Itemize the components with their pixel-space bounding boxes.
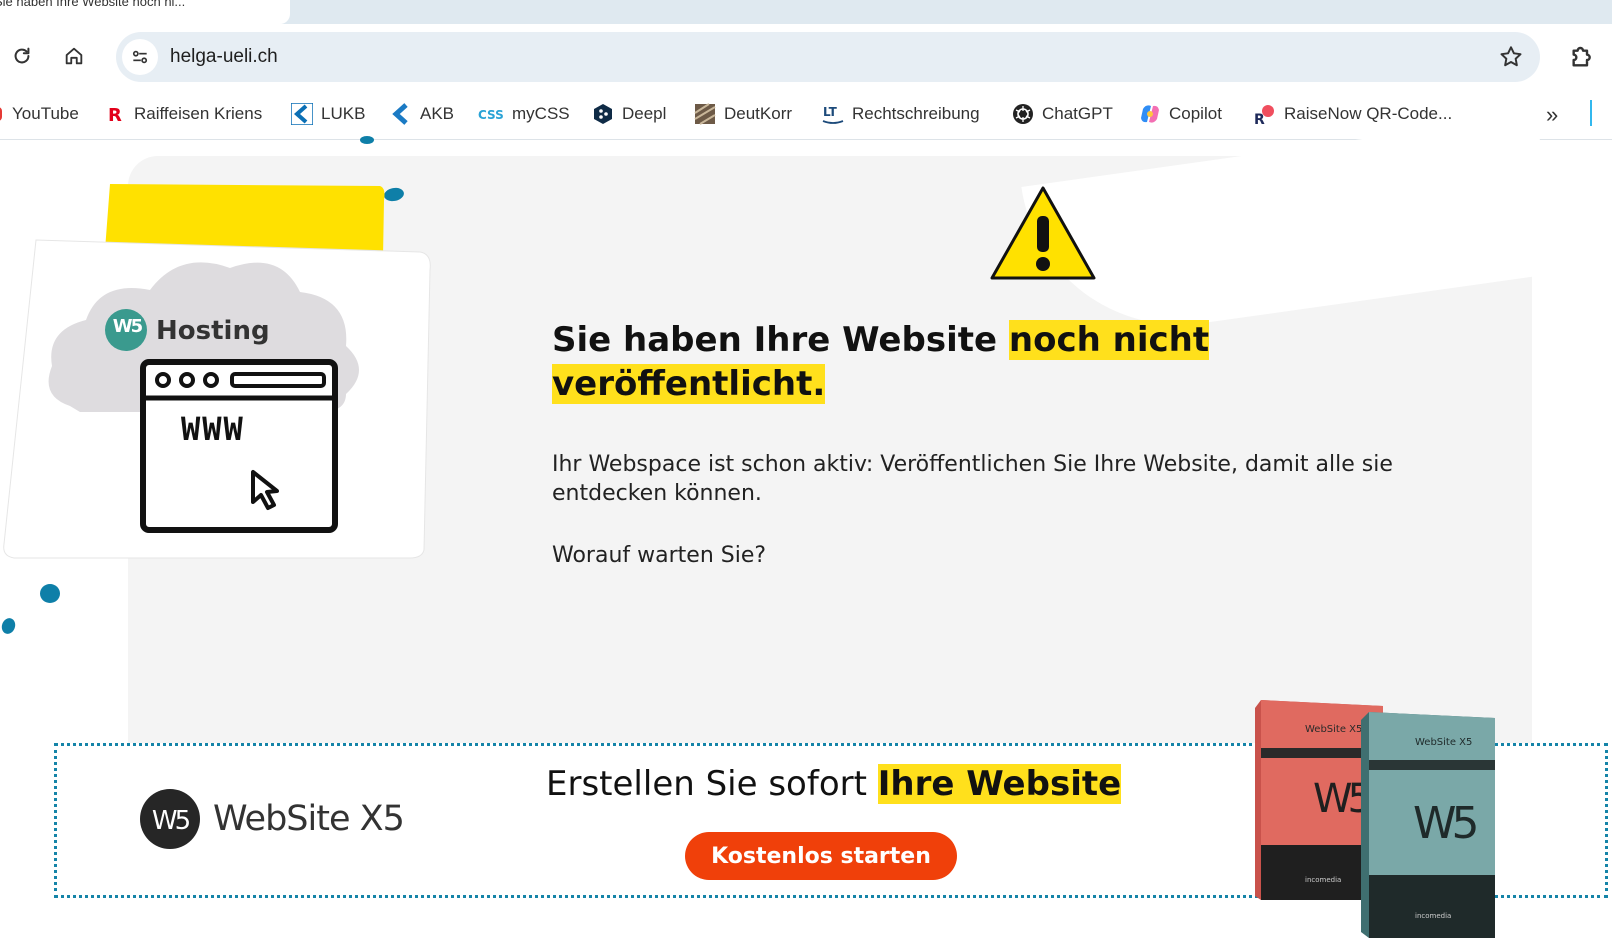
svg-text:W5: W5 [1413, 798, 1477, 849]
site-info-button[interactable] [122, 39, 158, 75]
bookmark-star-icon[interactable] [1498, 44, 1524, 70]
css-icon: CSS [478, 103, 504, 125]
promo-text: Erstellen Sie sofort Ihre Website [546, 764, 1122, 804]
headline-highlight: noch nicht [1008, 320, 1210, 360]
bookmark-lukb[interactable]: LUKB [291, 100, 365, 128]
url-text[interactable]: helga-ueli.ch [170, 46, 278, 68]
headline-highlight: veröffentlicht. [552, 364, 826, 404]
languagetool-icon: LT [822, 103, 844, 125]
copilot-icon [1139, 103, 1161, 125]
raisenow-icon: R [1254, 103, 1276, 125]
bookmark-raiffeisen[interactable]: R Raiffeisen Kriens [104, 100, 262, 128]
start-free-button[interactable]: Kostenlos starten [685, 832, 957, 880]
decorative-dot [0, 616, 18, 636]
home-icon [65, 47, 83, 65]
extensions-icon[interactable] [1567, 40, 1599, 72]
bookmarks-divider [1590, 100, 1592, 126]
home-button[interactable] [56, 38, 92, 74]
chatgpt-icon [1012, 103, 1034, 125]
bookmark-deutkorr[interactable]: DeutKorr [694, 100, 792, 128]
decorative-dot [360, 136, 374, 144]
reload-icon [14, 47, 30, 64]
hosting-label: Hosting [156, 316, 270, 346]
promo-highlight: Ihre Website [877, 764, 1122, 804]
svg-text:LT: LT [823, 105, 838, 119]
websitex5-logo-text: WebSite X5 [213, 799, 405, 839]
svg-text:W5: W5 [152, 806, 190, 836]
w5-logo-icon: W5 [140, 789, 200, 849]
svg-text:WebSite X5: WebSite X5 [1305, 724, 1362, 735]
page-content: W5 Hosting WWW Sie haben Ihre Website no… [0, 114, 1612, 945]
lukb-icon [291, 103, 313, 125]
bookmark-akb[interactable]: AKB [390, 100, 454, 128]
browser-toolbar: helga-ueli.ch [0, 24, 1612, 88]
youtube-icon [0, 103, 4, 125]
bookmark-chatgpt[interactable]: ChatGPT [1012, 100, 1113, 128]
question-text: Worauf warten Sie? [552, 543, 767, 568]
bookmark-mycss[interactable]: CSS myCSS [478, 100, 570, 128]
page-title: Sie haben Ihre Website noch nicht veröff… [552, 320, 1210, 404]
product-boxes: WebSite X5 W5 incomedia WebSite X5 W5 in… [1255, 700, 1495, 938]
active-tab[interactable]: Sie haben Ihre Website noch ni... [0, 0, 290, 24]
deepl-icon [592, 103, 614, 125]
address-bar[interactable]: helga-ueli.ch [116, 32, 1540, 82]
info-paragraph: Ihr Webspace ist schon aktiv: Veröffentl… [552, 452, 1393, 506]
tab-title: Sie haben Ihre Website noch ni... [0, 0, 186, 9]
reload-button[interactable] [4, 38, 40, 74]
product-box-teal: WebSite X5 W5 incomedia [1361, 712, 1495, 938]
bookmark-copilot[interactable]: Copilot [1139, 100, 1222, 128]
svg-text:R: R [108, 105, 122, 124]
tune-icon [132, 50, 148, 64]
raiffeisen-icon: R [104, 103, 126, 125]
bookmark-rechtschreibung[interactable]: LT Rechtschreibung [822, 100, 980, 128]
svg-text:incomedia: incomedia [1415, 912, 1451, 920]
bookmark-deepl[interactable]: Deepl [592, 100, 666, 128]
www-text: WWW [181, 410, 245, 448]
svg-text:incomedia: incomedia [1305, 876, 1341, 884]
more-bookmarks-button[interactable]: » [1546, 102, 1558, 128]
bookmark-youtube[interactable]: YouTube [0, 100, 79, 128]
svg-text:CSS: CSS [478, 108, 504, 122]
svg-text:WebSite X5: WebSite X5 [1415, 737, 1472, 748]
tab-strip: Sie haben Ihre Website noch ni... [0, 0, 1612, 24]
bookmarks-bar: YouTube R Raiffeisen Kriens LUKB AKB CSS… [0, 88, 1612, 140]
svg-text:R: R [1254, 112, 1265, 125]
hosting-illustration: W5 Hosting WWW [0, 180, 440, 590]
warning-icon [990, 186, 1096, 280]
bookmark-raisenow[interactable]: R RaiseNow QR-Code... [1254, 100, 1452, 128]
akb-icon [390, 103, 412, 125]
hosting-badge: W5 [112, 316, 143, 337]
websitex5-logo[interactable]: W5 WebSite X5 [139, 788, 405, 850]
deutkorr-icon [694, 103, 716, 125]
